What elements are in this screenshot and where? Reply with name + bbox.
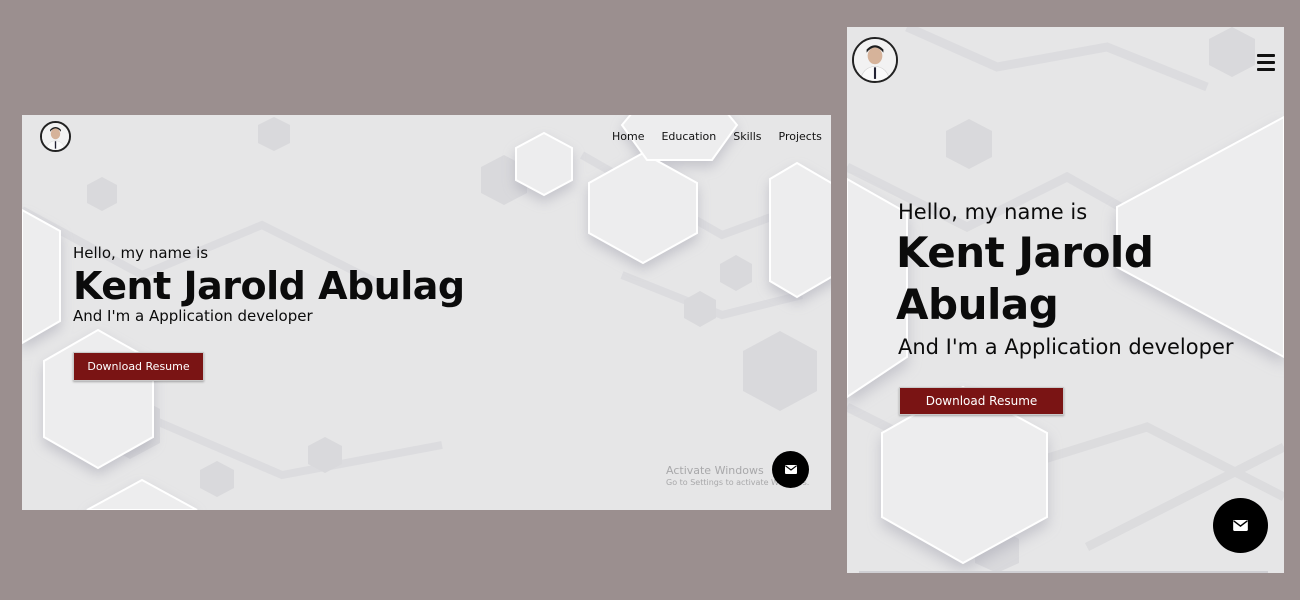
- hero-greeting: Hello, my name is: [898, 200, 1088, 224]
- contact-button[interactable]: [772, 451, 809, 488]
- mail-icon: [1233, 520, 1248, 531]
- profile-avatar[interactable]: [40, 121, 71, 152]
- profile-photo-icon: [854, 39, 896, 81]
- nav-projects[interactable]: Projects: [779, 130, 822, 143]
- profile-photo-icon: [42, 123, 69, 150]
- profile-avatar[interactable]: [852, 37, 898, 83]
- scroll-divider: [859, 571, 1268, 573]
- hero-role: And I'm a Application developer: [898, 335, 1234, 359]
- desktop-preview: Home Education Skills Projects Hello, my…: [22, 115, 831, 510]
- hamburger-menu-icon[interactable]: [1257, 54, 1275, 75]
- contact-button[interactable]: [1213, 498, 1268, 553]
- nav-home[interactable]: Home: [612, 130, 644, 143]
- nav-education[interactable]: Education: [661, 130, 716, 143]
- download-resume-button[interactable]: Download Resume: [73, 352, 204, 381]
- hero-name-line2: Abulag: [896, 280, 1059, 329]
- hero-greeting: Hello, my name is: [73, 244, 209, 262]
- download-resume-button[interactable]: Download Resume: [899, 387, 1064, 415]
- hero-name-line1: Kent Jarold: [896, 228, 1154, 277]
- main-nav: Home Education Skills Projects: [612, 130, 822, 143]
- mail-icon: [784, 465, 797, 474]
- nav-skills[interactable]: Skills: [733, 130, 761, 143]
- mobile-preview: Hello, my name is Kent Jarold Abulag And…: [847, 27, 1284, 573]
- hero-section: Hello, my name is Kent Jarold Abulag And…: [896, 199, 1234, 361]
- hero-name: Kent Jarold Abulag: [73, 264, 465, 308]
- hero-section: Hello, my name is Kent Jarold Abulag And…: [73, 243, 465, 326]
